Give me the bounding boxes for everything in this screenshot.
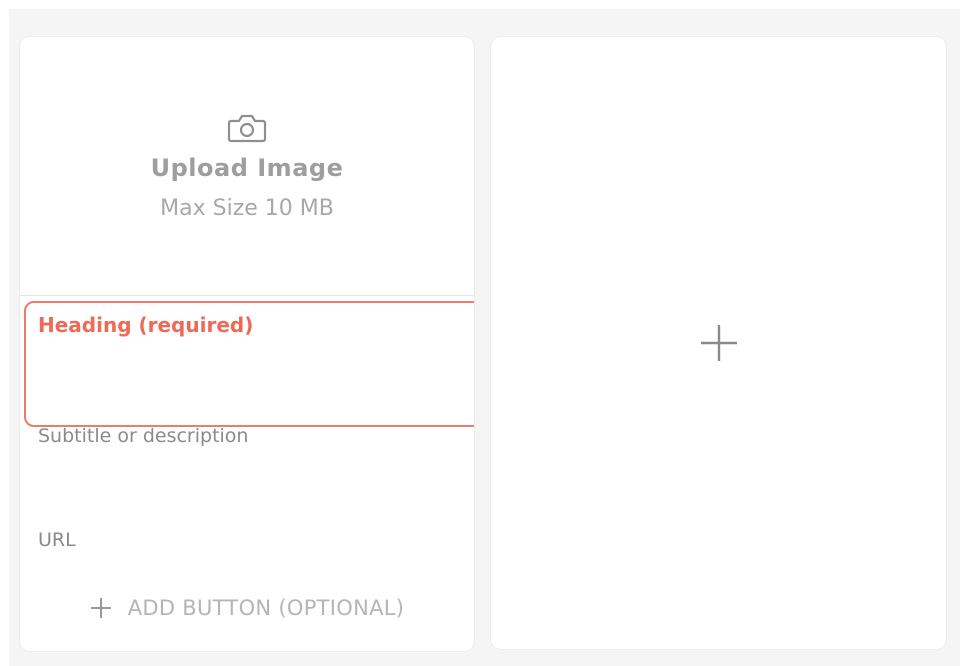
card-editor-canvas: Upload Image Max Size 10 MB Heading (req… xyxy=(9,9,960,666)
subtitle-input[interactable]: Subtitle or description xyxy=(20,417,474,513)
divider xyxy=(20,295,474,296)
upload-image-dropzone[interactable]: Upload Image Max Size 10 MB xyxy=(20,37,474,295)
add-card-button[interactable] xyxy=(491,37,946,649)
url-placeholder: URL xyxy=(38,529,76,551)
plus-icon xyxy=(700,325,737,361)
camera-icon xyxy=(227,114,267,143)
plus-icon xyxy=(90,598,111,618)
heading-placeholder: Heading (required) xyxy=(38,313,254,337)
upload-max-size: Max Size 10 MB xyxy=(160,196,334,221)
add-button-label: ADD BUTTON (OPTIONAL) xyxy=(127,596,405,620)
add-button-optional[interactable]: ADD BUTTON (OPTIONAL) xyxy=(20,565,474,651)
upload-image-title: Upload Image xyxy=(150,154,344,182)
subtitle-placeholder: Subtitle or description xyxy=(38,425,249,447)
content-card: Upload Image Max Size 10 MB Heading (req… xyxy=(20,37,474,651)
url-input[interactable]: URL xyxy=(20,521,474,565)
heading-input[interactable]: Heading (required) xyxy=(24,301,474,427)
